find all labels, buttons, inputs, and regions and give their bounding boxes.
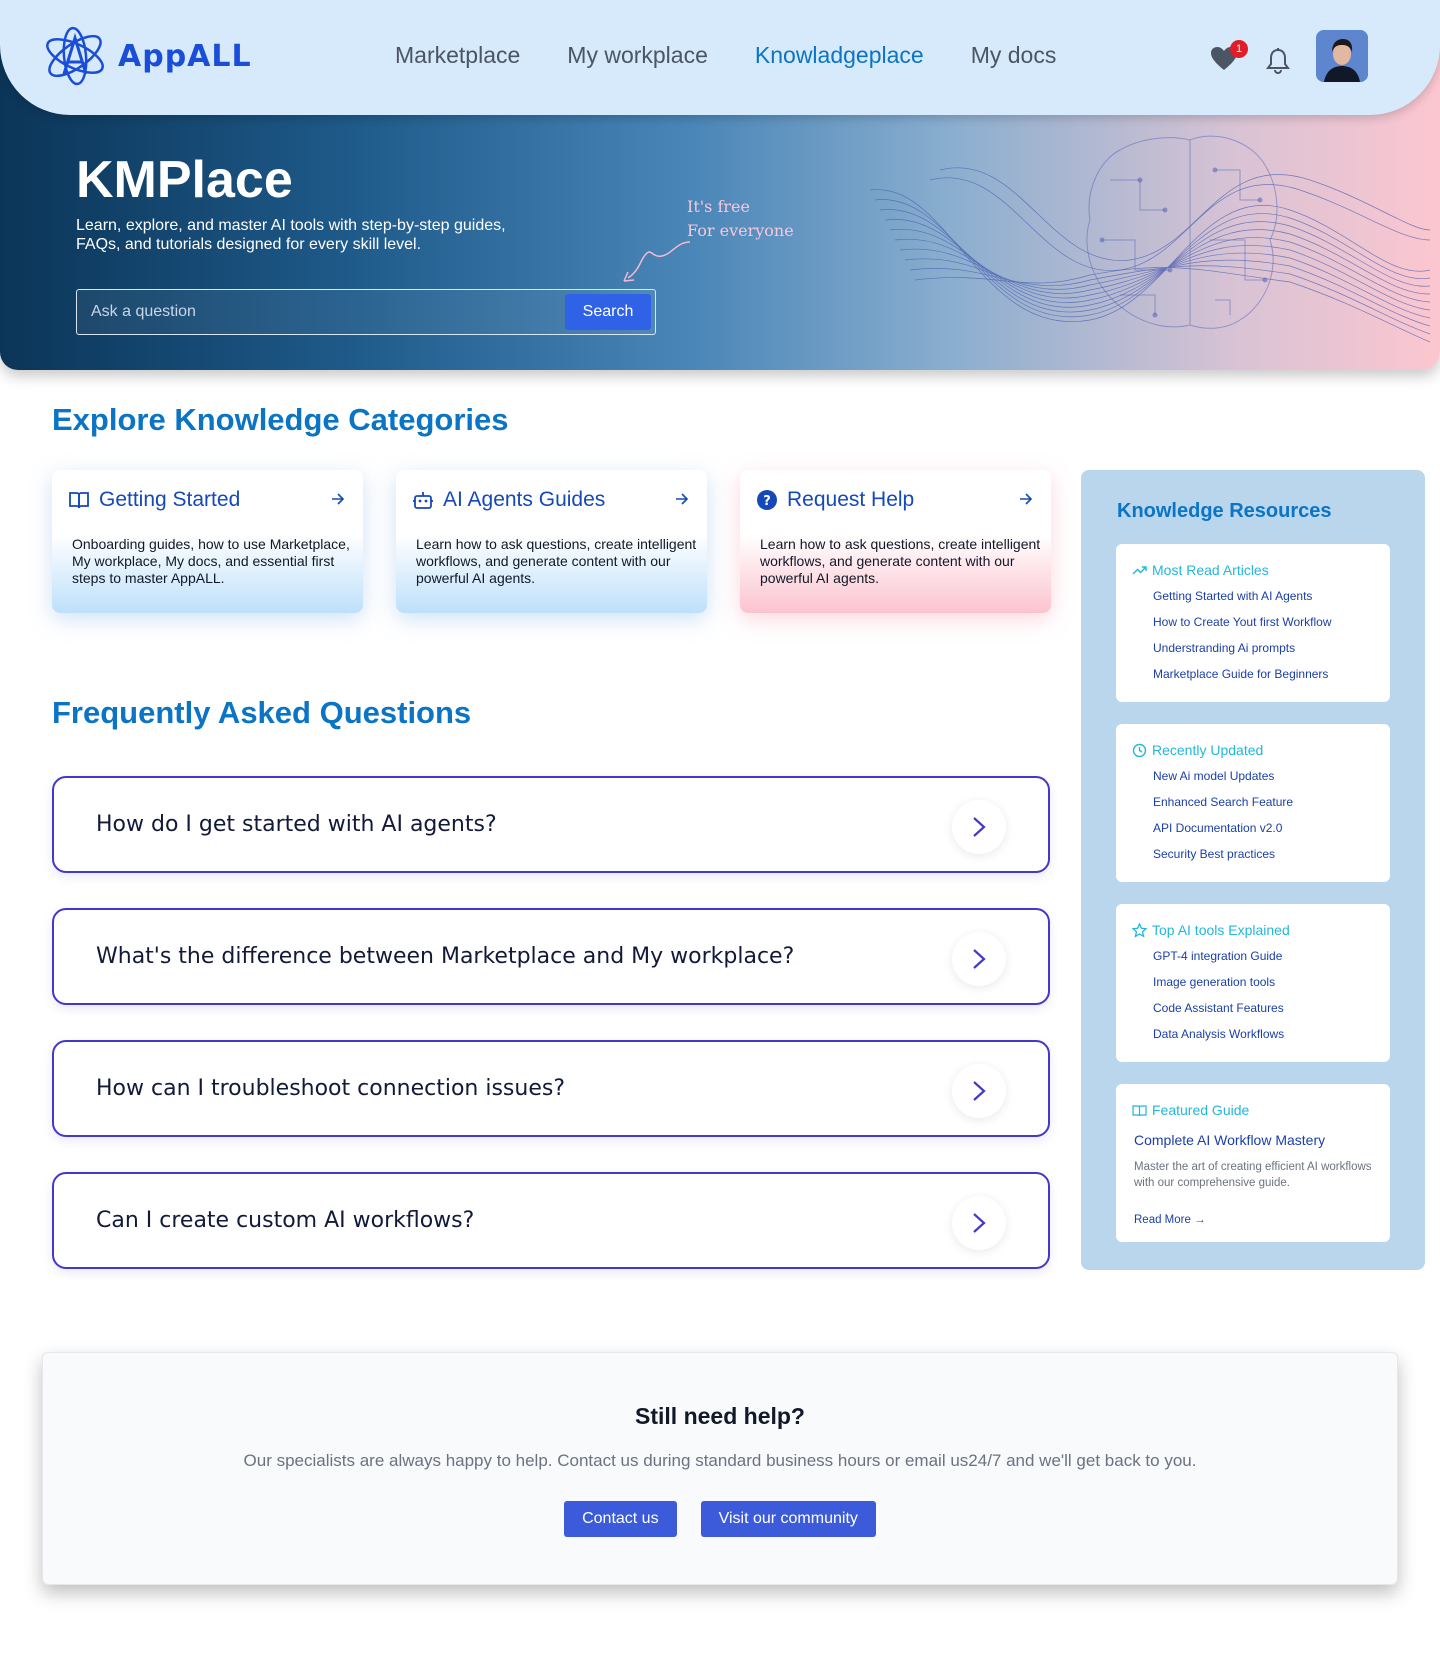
trending-up-icon bbox=[1132, 565, 1147, 574]
faq-item[interactable]: What's the difference between Marketplac… bbox=[52, 908, 1050, 1005]
ai-brain-wave-illustration bbox=[870, 135, 1430, 343]
category-title: AI Agents Guides bbox=[443, 488, 606, 511]
resource-link[interactable]: Data Analysis Workflows bbox=[1153, 1027, 1284, 1053]
brand-name: AppALL bbox=[118, 38, 252, 74]
resource-link[interactable]: Security Best practices bbox=[1153, 847, 1293, 873]
search-input[interactable] bbox=[77, 290, 565, 333]
faq-item[interactable]: How can I troubleshoot connection issues… bbox=[52, 1040, 1050, 1137]
bell-icon[interactable] bbox=[1265, 47, 1291, 75]
featured-guide-title[interactable]: Complete AI Workflow Mastery bbox=[1134, 1132, 1325, 1148]
arrow-right-icon bbox=[676, 493, 689, 505]
help-subtitle: Our specialists are always happy to help… bbox=[243, 1451, 1197, 1470]
recently-updated-heading: Recently Updated bbox=[1152, 742, 1264, 758]
search-bar: Search bbox=[76, 289, 656, 335]
resource-link[interactable]: Getting Started with AI Agents bbox=[1153, 589, 1332, 615]
main-nav: Marketplace My workplace Knowladgeplace … bbox=[395, 42, 1103, 69]
favorites-count-badge: 1 bbox=[1230, 40, 1248, 58]
nav-my-workplace[interactable]: My workplace bbox=[567, 42, 708, 69]
visit-community-button[interactable]: Visit our community bbox=[700, 1501, 876, 1537]
history-icon bbox=[1132, 743, 1147, 757]
category-desc: Learn how to ask questions, create intel… bbox=[760, 536, 1041, 586]
chevron-right-icon[interactable] bbox=[952, 932, 1006, 986]
free-note-line-1: It's free bbox=[687, 197, 750, 216]
help-section: Still need help? Our specialists are alw… bbox=[42, 1352, 1398, 1585]
category-card-getting-started[interactable]: Getting Started Onboarding guides, how t… bbox=[52, 470, 363, 613]
featured-guide-desc: Master the art of creating efficient AI … bbox=[1134, 1161, 1372, 1189]
faq-title: Frequently Asked Questions bbox=[52, 695, 472, 730]
categories-title: Explore Knowledge Categories bbox=[52, 402, 509, 437]
atom-logo-icon bbox=[46, 26, 104, 86]
favorites-button[interactable]: 1 bbox=[1210, 40, 1248, 76]
logo[interactable]: AppALL bbox=[42, 24, 252, 88]
user-photo-icon bbox=[1316, 30, 1368, 82]
nav-my-docs[interactable]: My docs bbox=[971, 42, 1057, 69]
chevron-right-icon[interactable] bbox=[952, 800, 1006, 854]
book-open-icon bbox=[1132, 1104, 1147, 1116]
book-icon bbox=[69, 492, 89, 509]
featured-guide-heading: Featured Guide bbox=[1152, 1102, 1250, 1118]
arrow-right-icon bbox=[332, 493, 345, 505]
curved-arrow-icon bbox=[623, 241, 691, 282]
resource-link[interactable]: GPT-4 integration Guide bbox=[1153, 949, 1284, 975]
avatar[interactable] bbox=[1316, 30, 1368, 82]
top-tools-card: Top AI tools Explained GPT-4 integration… bbox=[1116, 904, 1390, 1062]
recently-updated-card: Recently Updated New Ai model Updates En… bbox=[1116, 724, 1390, 882]
nav-knowledgeplace[interactable]: Knowladgeplace bbox=[755, 42, 924, 69]
resource-link[interactable]: How to Create Yout first Workflow bbox=[1153, 615, 1332, 641]
svg-text:?: ? bbox=[763, 494, 771, 509]
category-title: Request Help bbox=[787, 488, 915, 511]
help-actions: Contact us Visit our community bbox=[43, 1501, 1397, 1537]
hero-subtitle: Learn, explore, and master AI tools with… bbox=[76, 217, 506, 253]
chevron-right-icon[interactable] bbox=[952, 1196, 1006, 1250]
resource-link[interactable]: Understranding Ai prompts bbox=[1153, 641, 1332, 667]
category-title: Getting Started bbox=[99, 488, 241, 511]
star-icon bbox=[1132, 922, 1147, 938]
faq-question: How do I get started with AI agents? bbox=[96, 812, 497, 837]
featured-guide-card: Featured Guide Complete AI Workflow Mast… bbox=[1116, 1084, 1390, 1242]
category-card-request-help[interactable]: ? Request Help Learn how to ask question… bbox=[740, 470, 1051, 613]
nav-marketplace[interactable]: Marketplace bbox=[395, 42, 520, 69]
knowledge-resources-panel: Knowledge Resources Most Read Articles G… bbox=[1081, 470, 1425, 1270]
faq-question: How can I troubleshoot connection issues… bbox=[96, 1076, 565, 1101]
robot-icon bbox=[413, 492, 433, 509]
chevron-right-icon[interactable] bbox=[952, 1064, 1006, 1118]
nav-actions: 1 bbox=[1210, 30, 1368, 82]
help-circle-icon: ? bbox=[757, 490, 777, 510]
search-button[interactable]: Search bbox=[565, 294, 651, 330]
faq-item[interactable]: Can I create custom AI workflows? bbox=[52, 1172, 1050, 1269]
resource-link[interactable]: Code Assistant Features bbox=[1153, 1001, 1284, 1027]
faq-item[interactable]: How do I get started with AI agents? bbox=[52, 776, 1050, 873]
category-card-ai-agents[interactable]: AI Agents Guides Learn how to ask questi… bbox=[396, 470, 707, 613]
faq-question: What's the difference between Marketplac… bbox=[96, 944, 795, 969]
read-more-link[interactable]: Read More → bbox=[1134, 1214, 1206, 1226]
most-read-heading: Most Read Articles bbox=[1152, 562, 1269, 578]
resources-title: Knowledge Resources bbox=[1117, 500, 1332, 522]
category-desc: Onboarding guides, how to use Marketplac… bbox=[72, 536, 350, 586]
resource-link[interactable]: Marketplace Guide for Beginners bbox=[1153, 667, 1332, 693]
faq-question: Can I create custom AI workflows? bbox=[96, 1208, 475, 1233]
top-tools-heading: Top AI tools Explained bbox=[1152, 922, 1290, 938]
top-navbar: AppALL Marketplace My workplace Knowladg… bbox=[0, 0, 1440, 115]
contact-us-button[interactable]: Contact us bbox=[564, 1501, 677, 1537]
help-title: Still need help? bbox=[635, 1403, 805, 1429]
category-cards: Getting Started Onboarding guides, how t… bbox=[52, 470, 1084, 613]
category-desc: Learn how to ask questions, create intel… bbox=[416, 536, 697, 586]
free-note-line-2: For everyone bbox=[687, 221, 794, 240]
arrow-right-icon bbox=[1020, 493, 1033, 505]
most-read-card: Most Read Articles Getting Started with … bbox=[1116, 544, 1390, 702]
resource-link[interactable]: Image generation tools bbox=[1153, 975, 1284, 1001]
page-title: KMPlace bbox=[76, 151, 293, 209]
resource-link[interactable]: New Ai model Updates bbox=[1153, 769, 1293, 795]
resource-link[interactable]: API Documentation v2.0 bbox=[1153, 821, 1293, 847]
free-note: It's free For everyone bbox=[687, 195, 794, 243]
resource-link[interactable]: Enhanced Search Feature bbox=[1153, 795, 1293, 821]
